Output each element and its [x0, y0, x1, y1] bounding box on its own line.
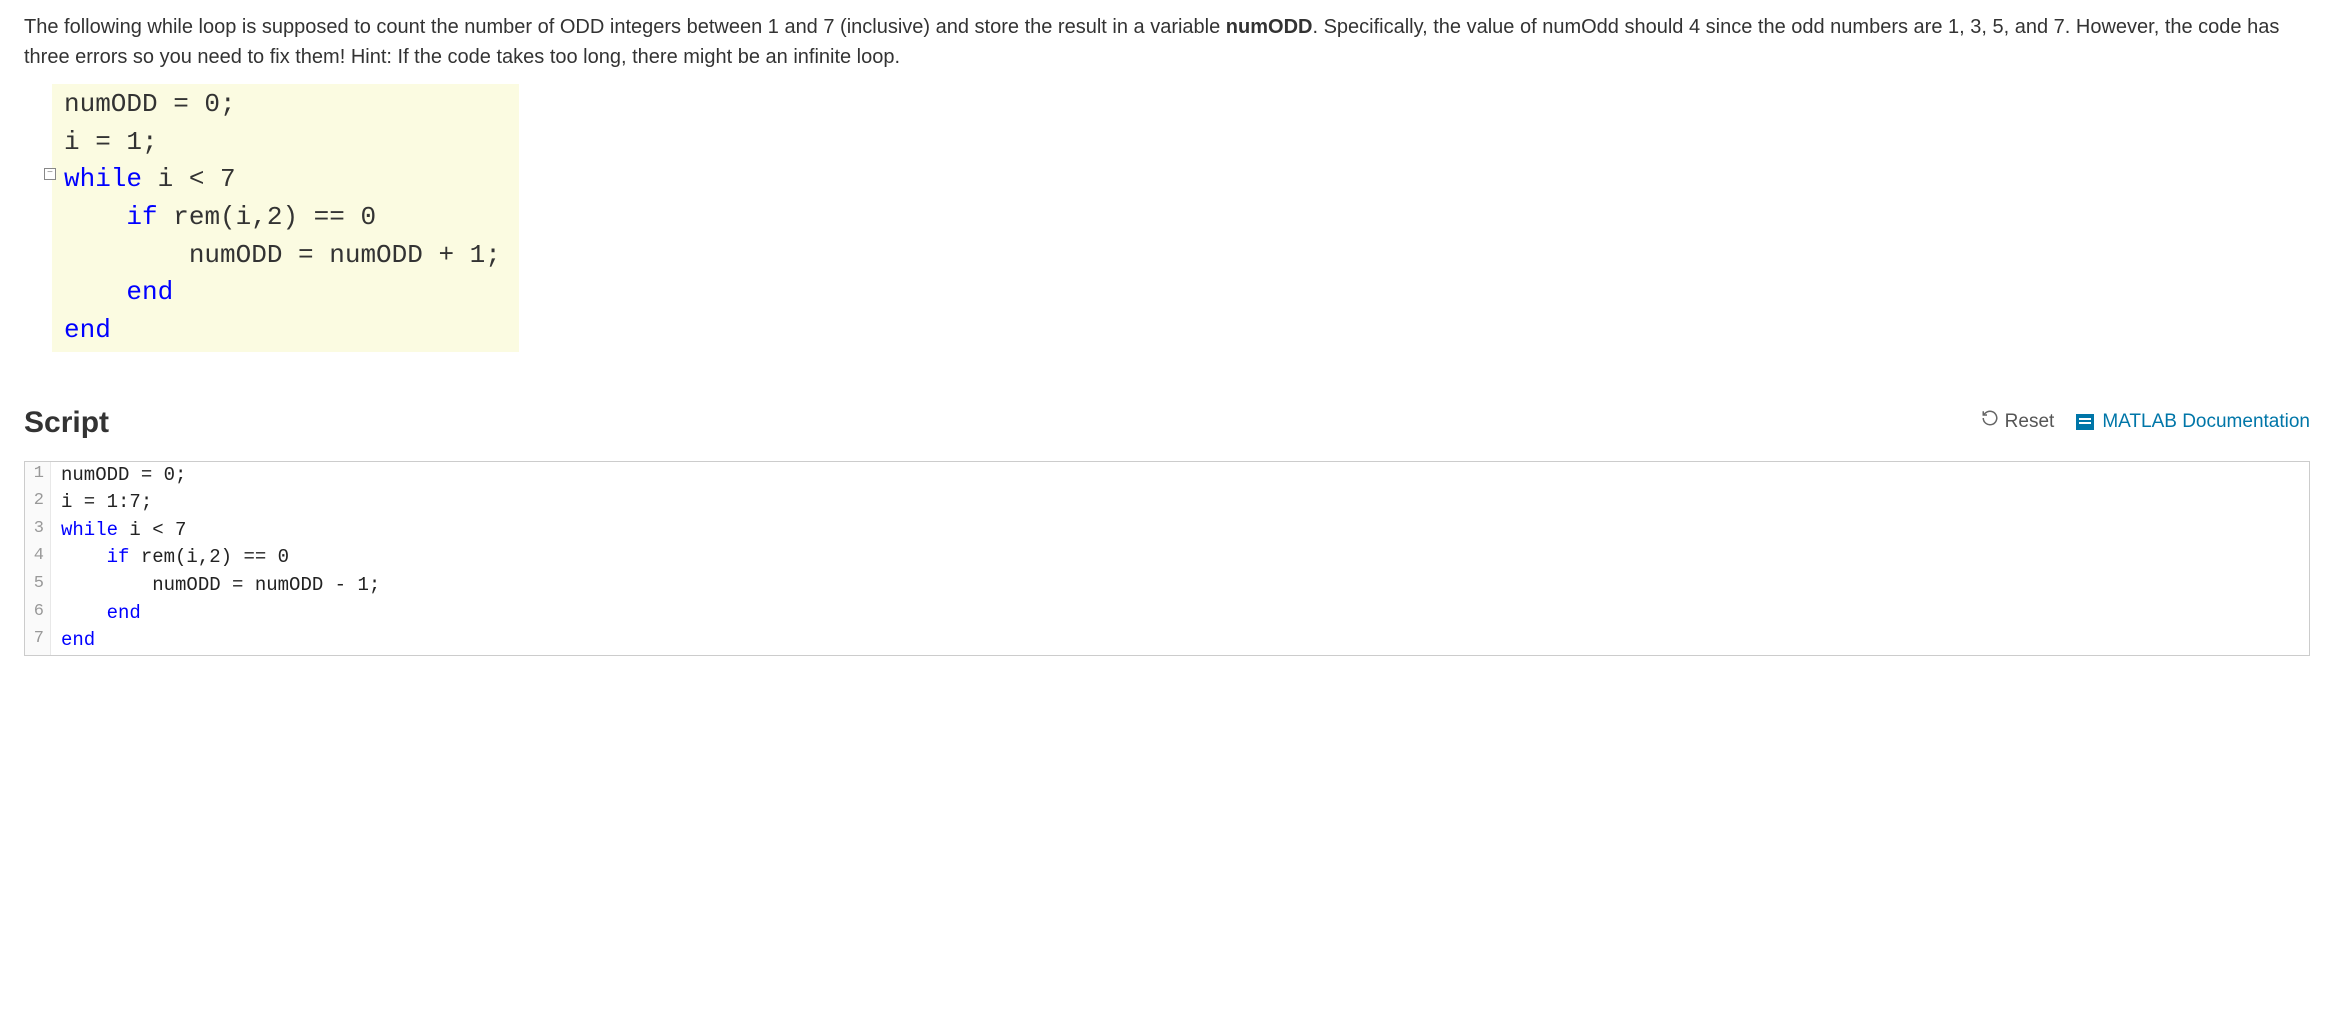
reset-button[interactable]: Reset: [1981, 408, 2055, 437]
code-line[interactable]: while i < 7: [51, 517, 186, 545]
example-code-block: numODD = 0;i = 1;−while i < 7 if rem(i,2…: [52, 84, 2310, 352]
editor-row[interactable]: 4 if rem(i,2) == 0: [25, 544, 2309, 572]
editor-row[interactable]: 1numODD = 0;: [25, 462, 2309, 490]
code-line[interactable]: end: [51, 627, 95, 655]
editor-row[interactable]: 3while i < 7: [25, 517, 2309, 545]
editor-row[interactable]: 7end: [25, 627, 2309, 655]
editor-row[interactable]: 5 numODD = numODD - 1;: [25, 572, 2309, 600]
editor-row[interactable]: 2i = 1:7;: [25, 489, 2309, 517]
line-number: 6: [25, 600, 51, 628]
example-code-line: end: [64, 312, 501, 350]
reset-icon: [1981, 408, 1999, 437]
example-code-line: i = 1;: [64, 124, 501, 162]
line-number: 7: [25, 627, 51, 655]
code-line[interactable]: numODD = 0;: [51, 462, 186, 490]
code-editor[interactable]: 1numODD = 0;2i = 1:7;3while i < 74 if re…: [24, 461, 2310, 656]
line-number: 5: [25, 572, 51, 600]
example-code-line: if rem(i,2) == 0: [64, 199, 501, 237]
doc-icon: [2076, 414, 2094, 430]
fold-marker-icon[interactable]: −: [44, 168, 56, 180]
line-number: 3: [25, 517, 51, 545]
example-code-line: numODD = 0;: [64, 86, 501, 124]
script-title: Script: [24, 400, 109, 445]
example-code-line: numODD = numODD + 1;: [64, 237, 501, 275]
line-number: 2: [25, 489, 51, 517]
line-number: 1: [25, 462, 51, 490]
script-header: Script Reset MATLAB Documentation: [24, 400, 2310, 445]
code-line[interactable]: end: [51, 600, 141, 628]
matlab-doc-link[interactable]: MATLAB Documentation: [2076, 408, 2310, 437]
code-line[interactable]: numODD = numODD - 1;: [51, 572, 380, 600]
question-bold-var: numODD: [1226, 16, 1313, 38]
line-number: 4: [25, 544, 51, 572]
doc-label: MATLAB Documentation: [2102, 408, 2310, 437]
editor-row[interactable]: 6 end: [25, 600, 2309, 628]
example-code-line: end: [64, 274, 501, 312]
example-code-line: −while i < 7: [64, 161, 501, 199]
question-text: The following while loop is supposed to …: [24, 12, 2310, 72]
header-actions: Reset MATLAB Documentation: [1981, 408, 2310, 437]
code-line[interactable]: i = 1:7;: [51, 489, 152, 517]
question-part1: The following while loop is supposed to …: [24, 16, 1226, 38]
code-line[interactable]: if rem(i,2) == 0: [51, 544, 289, 572]
reset-label: Reset: [2005, 408, 2055, 437]
